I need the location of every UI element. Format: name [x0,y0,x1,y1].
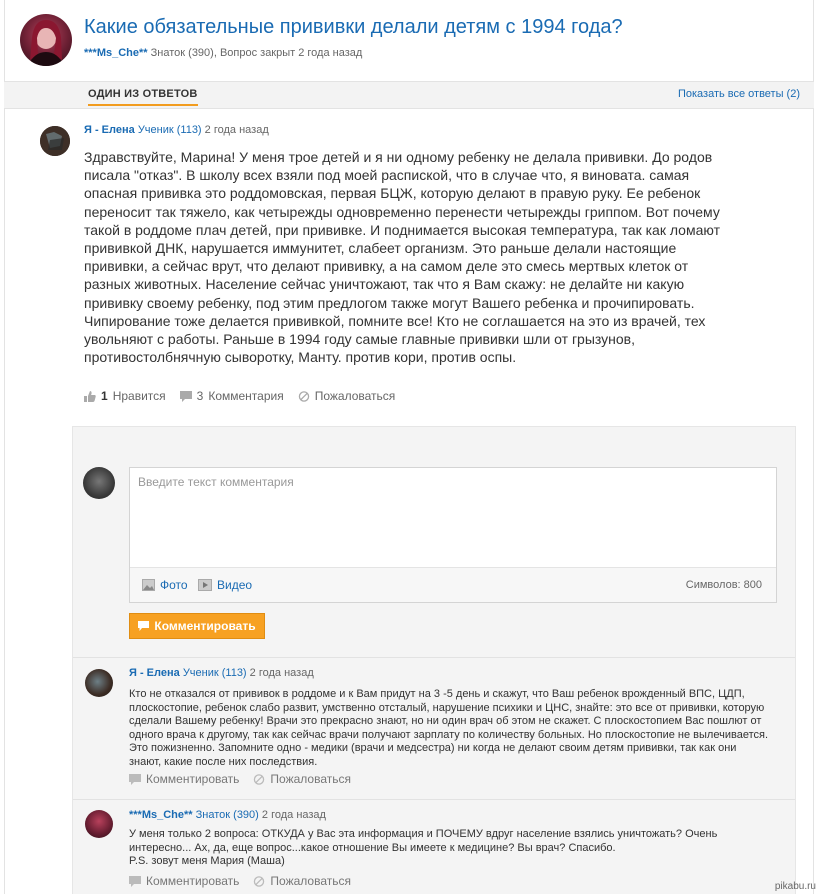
tab-one-answer[interactable]: ОДИН ИЗ ОТВЕТОВ [88,88,198,106]
photo-label: Фото [160,578,188,592]
comment-icon [129,773,141,785]
submit-comment-button[interactable]: Комментировать [129,613,265,639]
comments-panel: Введите текст комментария Фото Видео Сим… [72,426,796,894]
comment-text: У меня только 2 вопроса: ОТКУДА у Вас эт… [129,828,769,869]
comment-author-rank: Знаток (390) [195,809,259,821]
comment-time: 2 года назад [249,667,314,679]
comment-meta: ***Ms_Che** Знаток (390) 2 года назад [129,809,326,821]
show-all-answers-link[interactable]: Показать все ответы (2) [678,88,800,100]
photo-icon [142,579,155,591]
comment-editor[interactable]: Введите текст комментария Фото Видео Сим… [129,467,777,603]
question-author[interactable]: ***Ms_Che** [84,47,148,59]
comments-count: 3 [196,389,204,403]
like-button[interactable]: 1 Нравится [84,389,166,403]
reply-label: Комментировать [146,874,240,888]
comment-author[interactable]: ***Ms_Che** [129,809,193,821]
comments-label: Комментария [208,389,284,403]
add-video-button[interactable]: Видео [198,578,252,592]
divider [73,799,795,800]
comments-button[interactable]: 3 Комментария [179,389,284,403]
comment-author[interactable]: Я - Елена [129,667,180,679]
comment-input[interactable]: Введите текст комментария [138,475,294,489]
report-icon [298,390,309,402]
likes-label: Нравится [112,389,166,403]
video-icon [198,579,212,591]
current-user-avatar [83,467,115,499]
comment-time: 2 года назад [261,809,326,821]
answer-time: 2 года назад [204,124,269,136]
answer-actions: 1 Нравится 3 Комментария Пожаловаться [84,389,395,403]
answer-author-rank: Ученик (113) [137,124,202,136]
answer-meta: Я - Елена Ученик (113) 2 года назад [84,124,269,136]
answer-author[interactable]: Я - Елена [84,124,135,136]
comment-icon [179,390,192,402]
report-comment-button[interactable]: Пожаловаться [253,874,351,888]
report-label: Пожаловаться [314,389,396,403]
report-icon [254,875,265,887]
comment-author-avatar[interactable] [85,669,113,697]
question-author-avatar[interactable] [20,14,72,66]
comment-bubble-icon [138,621,150,631]
likes-count: 1 [101,389,108,403]
video-label: Видео [217,578,253,592]
comment-icon [129,875,141,887]
comment-author-rank: Ученик (113) [182,667,247,679]
answer-text: Здравствуйте, Марина! У меня трое детей … [84,149,720,366]
thumbs-up-icon [84,390,96,402]
reply-button[interactable]: Комментировать [129,874,239,888]
reply-button[interactable]: Комментировать [129,772,239,786]
comment-actions: Комментировать Пожаловаться [129,772,351,786]
answer-author-avatar[interactable] [40,126,70,156]
comment-actions: Комментировать Пожаловаться [129,874,351,888]
report-label: Пожаловаться [270,772,351,786]
add-photo-button[interactable]: Фото [142,578,188,592]
report-answer-button[interactable]: Пожаловаться [298,389,396,403]
watermark: pikabu.ru [774,881,816,892]
comment-text: Кто не отказался от прививок в роддоме и… [129,688,768,768]
report-icon [254,773,265,785]
reply-label: Комментировать [146,772,240,786]
report-label: Пожаловаться [270,874,351,888]
comment-text-line: У меня только 2 вопроса: ОТКУДА у Вас эт… [129,828,718,854]
symbols-counter: Символов: 800 [685,579,762,591]
question-title[interactable]: Какие обязательные прививки делали детям… [84,14,623,40]
submit-comment-label: Комментировать [154,619,256,633]
divider [73,657,795,658]
report-comment-button[interactable]: Пожаловаться [253,772,351,786]
question-meta: ***Ms_Che** Знаток (390), Вопрос закрыт … [84,47,362,59]
comment-meta: Я - Елена Ученик (113) 2 года назад [129,667,314,679]
question-meta-text: Знаток (390), Вопрос закрыт 2 года назад [150,47,363,59]
comment-text-line: P.S. зовут меня Мария (Маша) [129,855,285,868]
comment-author-avatar[interactable] [85,810,113,838]
editor-toolbar: Фото Видео Символов: 800 [130,567,776,602]
answers-tab-bar: ОДИН ИЗ ОТВЕТОВ Показать все ответы (2) [4,81,814,109]
